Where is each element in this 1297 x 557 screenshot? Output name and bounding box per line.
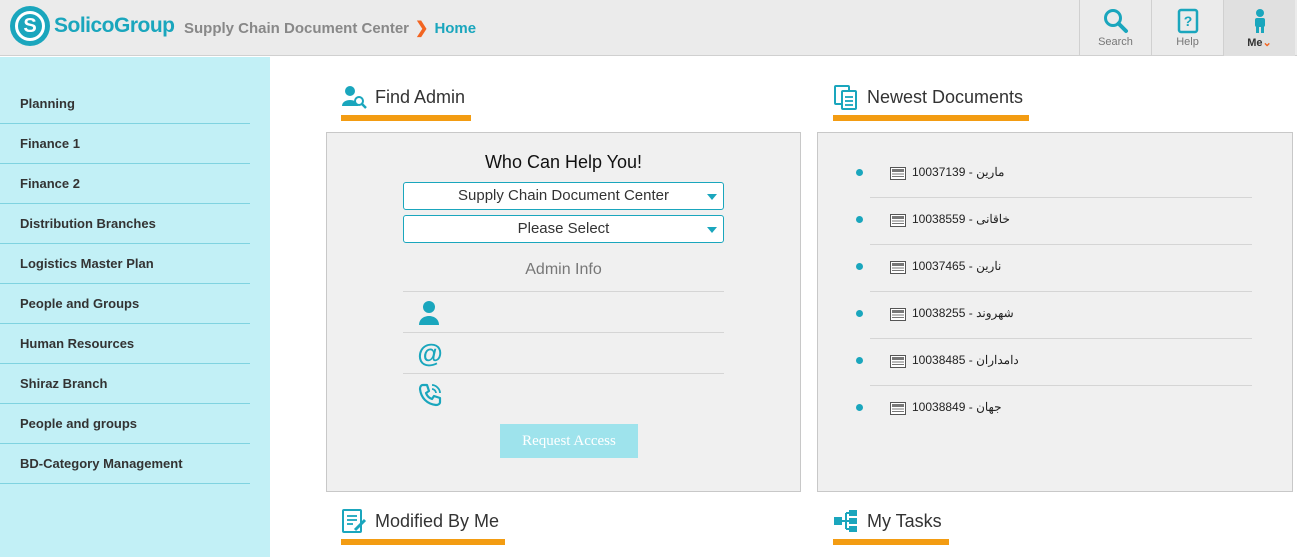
user-icon [1254,9,1265,33]
bullet-icon [856,357,863,364]
my-tasks-underline [833,539,949,545]
document-link[interactable]: 10037465 - نارین [912,259,1001,273]
sidebar-item-planning[interactable]: Planning [0,84,250,124]
at-sign-icon: @ [417,341,442,367]
modified-by-me-underline [341,539,505,545]
admin-email-row: @ [403,332,724,373]
sidebar-item-distribution-branches[interactable]: Distribution Branches [0,204,250,244]
bullet-icon [856,263,863,270]
newest-documents-underline [833,115,1029,121]
who-can-help-heading: Who Can Help You! [484,152,643,172]
person-icon [419,301,439,325]
sidebar-item-human-resources[interactable]: Human Resources [0,324,250,364]
logo-icon: S [10,6,50,46]
user-search-icon [342,86,367,109]
admin-select-value: Please Select [517,220,610,237]
list-item[interactable]: 10037465 - نارین [818,245,1292,292]
tasks-tree-icon [834,510,857,532]
request-access-button[interactable]: Request Access [500,424,638,458]
my-tasks-label: My Tasks [867,510,942,531]
edit-list-icon [342,509,367,533]
find-admin-underline [341,115,471,121]
admin-info-label: Admin Info [525,261,602,278]
newest-documents-title: Newest Documents [833,84,1023,110]
newest-documents-panel: 10037139 - مارین 10038559 - خاقانی 10037… [817,132,1293,492]
bullet-icon [856,216,863,223]
document-icon [890,214,906,227]
sidebar-item-people-and-groups-2[interactable]: People and groups [0,404,250,444]
svg-text:@: @ [417,341,442,367]
find-admin-panel: Who Can Help You! Supply Chain Document … [326,132,801,492]
breadcrumb-current[interactable]: Home [434,20,476,37]
sidebar-item-finance-2[interactable]: Finance 2 [0,164,250,204]
modified-by-me-label: Modified By Me [375,510,500,531]
bullet-icon [856,404,863,411]
list-item[interactable]: 10038559 - خاقانی [818,198,1292,245]
bullet-icon [856,310,863,317]
search-icon [1103,9,1128,33]
sidebar-item-finance-1[interactable]: Finance 1 [0,124,250,164]
search-label: Search [1098,36,1133,48]
sidebar-item-logistics-master-plan[interactable]: Logistics Master Plan [0,244,250,284]
find-admin-label: Find Admin [375,86,466,107]
help-book-icon: ? [1177,8,1198,34]
brand-name: SolicoGroup [54,14,175,37]
sidebar-item-shiraz-branch[interactable]: Shiraz Branch [0,364,250,404]
dropdown-arrow-icon [707,227,717,233]
help-button[interactable]: ? Help [1151,0,1223,56]
document-icon [890,308,906,321]
list-item[interactable]: 10038485 - دامداران [818,339,1292,386]
document-link[interactable]: 10038255 - شهروند [912,306,1014,320]
sidebar: Planning Finance 1 Finance 2 Distributio… [0,57,270,557]
list-item[interactable]: 10037139 - مارین [818,151,1292,198]
site-select-value: Supply Chain Document Center [458,187,669,204]
top-bar: S SolicoGroup Supply Chain Document Cent… [0,0,1297,56]
chevron-down-icon: ⌄ [1262,37,1272,49]
modified-by-me-title: Modified By Me [341,508,499,534]
my-tasks-title: My Tasks [833,508,942,534]
sidebar-item-bd-category-management[interactable]: BD-Category Management [0,444,250,484]
list-item[interactable]: 10038849 - جهان [818,386,1292,433]
chevron-right-icon: ❯ [415,20,429,37]
svg-text:?: ? [1183,13,1192,29]
help-label: Help [1176,36,1199,48]
dropdown-arrow-icon [707,194,717,200]
site-select[interactable]: Supply Chain Document Center [403,182,724,210]
document-icon [890,261,906,274]
newest-documents-label: Newest Documents [867,86,1024,107]
breadcrumb: Supply Chain Document Center ❯ Home [184,18,476,38]
me-button[interactable]: Me⌄ [1223,0,1295,56]
admin-name-row [403,291,724,332]
document-link[interactable]: 10038485 - دامداران [912,353,1019,367]
bullet-icon [856,169,863,176]
list-item[interactable]: 10038255 - شهروند [818,292,1292,339]
search-button[interactable]: Search [1079,0,1151,56]
document-icon [890,355,906,368]
document-icon [890,167,906,180]
breadcrumb-section[interactable]: Supply Chain Document Center [184,20,409,37]
document-link[interactable]: 10037139 - مارین [912,165,1004,179]
document-link[interactable]: 10038559 - خاقانی [912,212,1010,226]
admin-phone-row [403,373,724,414]
me-label: Me [1247,37,1263,49]
documents-icon [834,85,857,110]
document-icon [890,402,906,415]
phone-icon [418,383,442,407]
brand-logo[interactable]: S SolicoGroup [10,6,175,46]
admin-select[interactable]: Please Select [403,215,724,243]
document-link[interactable]: 10038849 - جهان [912,400,1001,414]
find-admin-title: Find Admin [341,84,465,110]
sidebar-item-people-and-groups[interactable]: People and Groups [0,284,250,324]
